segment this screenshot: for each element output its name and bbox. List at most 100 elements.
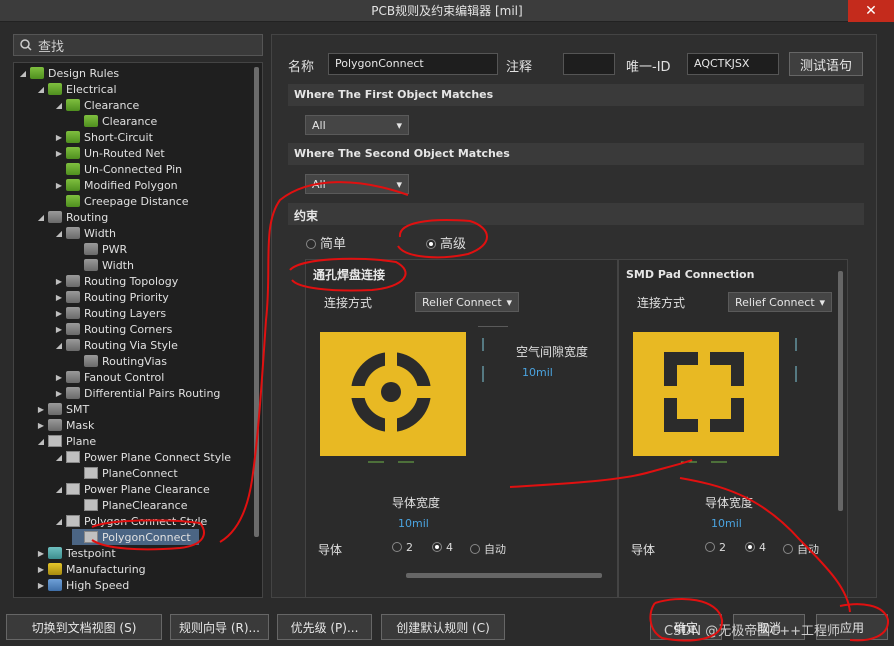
radio-selected-icon <box>432 542 442 552</box>
tree-item[interactable]: ▶ Modified Polygon <box>54 177 178 193</box>
tree-item[interactable]: Un-Connected Pin <box>54 161 182 177</box>
expand-toggle-icon[interactable]: ◢ <box>54 517 64 526</box>
rules-tree[interactable]: ◢ Design Rules ◢ Electrical ◢ Clearance Cleara… <box>13 62 263 598</box>
tree-item[interactable]: ◢ Design Rules <box>18 65 119 81</box>
constraints-vscrollbar[interactable] <box>838 271 843 511</box>
tree-item[interactable]: ▶ Short-Circuit <box>54 129 153 145</box>
expand-toggle-icon[interactable]: ▶ <box>36 549 46 558</box>
expand-toggle-icon[interactable]: ▶ <box>36 565 46 574</box>
expand-toggle-icon[interactable]: ▶ <box>36 421 46 430</box>
tree-item[interactable]: ▶ Fanout Control <box>54 369 164 385</box>
tree-item[interactable]: Clearance <box>72 113 157 129</box>
expand-toggle-icon[interactable]: ◢ <box>54 485 64 494</box>
tree-item[interactable]: PlaneConnect <box>72 465 178 481</box>
expand-toggle-icon[interactable]: ▶ <box>54 293 64 302</box>
uid-field[interactable]: AQCTKJSX <box>687 53 779 75</box>
tree-item[interactable]: ◢ Routing Via Style <box>54 337 178 353</box>
tree-item-label: Un-Routed Net <box>84 146 165 160</box>
tree-item[interactable]: Width <box>72 257 134 273</box>
rule-wizard-button[interactable]: 规则向导 (R)... <box>170 614 269 640</box>
expand-toggle-icon[interactable]: ▶ <box>54 309 64 318</box>
name-field[interactable]: PolygonConnect <box>328 53 498 75</box>
expand-toggle-icon[interactable]: ◢ <box>36 213 46 222</box>
expand-toggle-icon[interactable]: ▶ <box>54 133 64 142</box>
tree-item[interactable]: ◢ Electrical <box>36 81 117 97</box>
rule-icon <box>84 115 98 127</box>
tree-item[interactable]: ▶ Manufacturing <box>36 561 146 577</box>
tree-item[interactable]: ◢ Clearance <box>54 97 139 113</box>
expand-toggle-icon[interactable]: ◢ <box>36 437 46 446</box>
tree-item[interactable]: ▶ Mask <box>36 417 94 433</box>
expand-toggle-icon[interactable]: ▶ <box>54 325 64 334</box>
constraints-hscrollbar[interactable] <box>406 573 602 578</box>
comment-field[interactable] <box>563 53 615 75</box>
chevron-down-icon: ▾ <box>396 118 402 132</box>
via-conductors-auto-radio[interactable]: 自动 <box>470 541 506 557</box>
expand-toggle-icon[interactable]: ◢ <box>54 341 64 350</box>
via-connect-dropdown[interactable]: Relief Connect ▾ <box>415 292 519 312</box>
tree-item[interactable]: ▶ Un-Routed Net <box>54 145 165 161</box>
tree-item[interactable]: ◢ Power Plane Connect Style <box>54 449 231 465</box>
search-input[interactable]: 查找 <box>13 34 263 56</box>
tree-item[interactable]: PolygonConnect <box>72 529 199 545</box>
tree-item[interactable]: ◢ Width <box>54 225 116 241</box>
expand-toggle-icon[interactable]: ◢ <box>18 69 28 78</box>
tree-item-label: Manufacturing <box>66 562 146 576</box>
tree-item[interactable]: ▶ Differential Pairs Routing <box>54 385 221 401</box>
tree-item[interactable]: ▶ Testpoint <box>36 545 116 561</box>
tree-item[interactable]: Creepage Distance <box>54 193 189 209</box>
expand-toggle-icon[interactable]: ▶ <box>54 373 64 382</box>
expand-toggle-icon[interactable]: ◢ <box>54 229 64 238</box>
smd-conductor-width-label: 导体宽度 <box>705 496 754 510</box>
via-conductors-4-radio[interactable]: 4 <box>432 541 453 554</box>
doc-view-button[interactable]: 切换到文档视图 (S) <box>6 614 162 640</box>
tree-item[interactable]: ▶ Routing Topology <box>54 273 178 289</box>
chevron-down-icon: ▾ <box>506 295 512 309</box>
close-button[interactable]: ✕ <box>848 0 894 22</box>
uid-label: 唯一-ID <box>626 60 671 75</box>
expand-toggle-icon[interactable]: ◢ <box>36 85 46 94</box>
tree-item[interactable]: ▶ Routing Priority <box>54 289 169 305</box>
tree-item[interactable]: ▶ Routing Layers <box>54 305 166 321</box>
tree-item[interactable]: PWR <box>72 241 127 257</box>
expand-toggle-icon[interactable]: ◢ <box>54 101 64 110</box>
rule-icon <box>30 67 44 79</box>
expand-toggle-icon[interactable]: ▶ <box>54 277 64 286</box>
tree-item[interactable]: RoutingVias <box>72 353 167 369</box>
rule-icon <box>66 323 80 335</box>
smd-opt4-label: 4 <box>759 541 766 554</box>
rule-icon <box>84 243 98 255</box>
smd-conductors-4-radio[interactable]: 4 <box>745 541 766 554</box>
tree-item[interactable]: ◢ Power Plane Clearance <box>54 481 210 497</box>
simple-radio[interactable]: 简单 <box>306 233 346 252</box>
expand-toggle-icon[interactable]: ◢ <box>54 453 64 462</box>
tree-item[interactable]: ▶ SMT <box>36 401 89 417</box>
test-query-button[interactable]: 测试语句 <box>789 52 863 76</box>
tree-item-label: PlaneClearance <box>102 498 188 512</box>
tree-item[interactable]: PlaneClearance <box>72 497 187 513</box>
tree-item[interactable]: ◢ Polygon Connect Style <box>54 513 207 529</box>
tree-item[interactable]: ◢ Routing <box>36 209 108 225</box>
first-match-dropdown[interactable]: All ▾ <box>305 115 409 135</box>
smd-conductors-auto-radio[interactable]: 自动 <box>783 541 819 557</box>
tree-item[interactable]: ▶ High Speed <box>36 577 129 593</box>
expand-toggle-icon[interactable]: ▶ <box>54 149 64 158</box>
first-match-header: Where The First Object Matches <box>288 84 864 106</box>
expand-toggle-icon[interactable]: ▶ <box>36 581 46 590</box>
constraints-header: 约束 <box>288 203 864 225</box>
smd-connect-dropdown[interactable]: Relief Connect ▾ <box>728 292 832 312</box>
tree-item[interactable]: ▶ Routing Corners <box>54 321 172 337</box>
priority-button[interactable]: 优先级 (P)... <box>277 614 372 640</box>
expand-toggle-icon[interactable]: ▶ <box>54 389 64 398</box>
expand-toggle-icon[interactable]: ▶ <box>36 405 46 414</box>
second-match-dropdown[interactable]: All ▾ <box>305 174 409 194</box>
default-rules-button[interactable]: 创建默认规则 (C) <box>381 614 505 640</box>
via-conductors-2-radio[interactable]: 2 <box>392 541 413 554</box>
advanced-radio[interactable]: 高级 <box>426 233 466 252</box>
expand-toggle-icon[interactable]: ▶ <box>54 181 64 190</box>
tree-scrollbar[interactable] <box>254 67 259 537</box>
rule-icon <box>66 339 80 351</box>
tree-item[interactable]: ◢ Plane <box>36 433 96 449</box>
radio-icon <box>705 542 715 552</box>
smd-conductors-2-radio[interactable]: 2 <box>705 541 726 554</box>
